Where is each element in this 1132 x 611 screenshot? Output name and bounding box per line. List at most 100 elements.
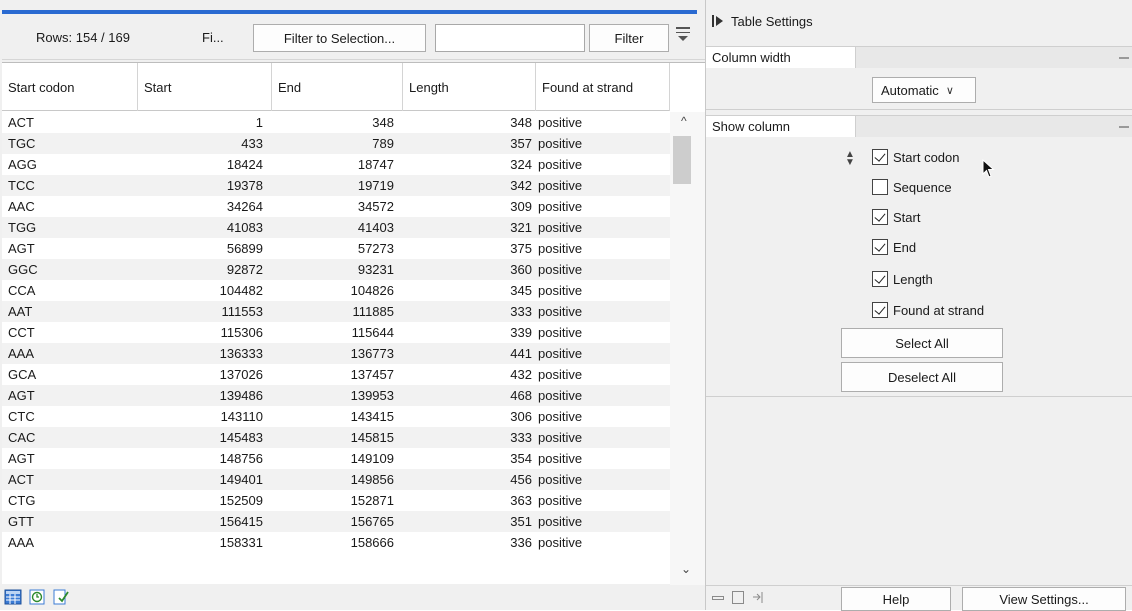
table-row[interactable]: AAA 136333 136773 441 positive xyxy=(2,343,670,364)
column-header-end[interactable]: End xyxy=(272,63,403,111)
table-row[interactable]: GTT 156415 156765 351 positive xyxy=(2,511,670,532)
cell-end: 93231 xyxy=(357,262,394,277)
table-row[interactable]: AAA 158331 158666 336 positive xyxy=(2,532,670,553)
scroll-down-icon[interactable]: ⌄ xyxy=(681,562,691,576)
table-row[interactable]: TGG 41083 41403 321 positive xyxy=(2,217,670,238)
cell-start: 143110 xyxy=(220,409,263,424)
vertical-scrollbar[interactable]: ^ ⌄ xyxy=(670,112,705,585)
minimize-icon[interactable] xyxy=(1119,126,1129,128)
filter-mode-label[interactable]: Fi... xyxy=(202,30,224,45)
checkbox[interactable] xyxy=(872,179,888,195)
select-all-button[interactable]: Select All xyxy=(841,328,1003,358)
cell-length: 363 xyxy=(510,493,532,508)
minimize-panel-icon[interactable] xyxy=(712,593,724,603)
column-width-section-header: Column width xyxy=(706,46,1132,69)
cell-length: 351 xyxy=(510,514,532,529)
column-toggle-found-at-strand[interactable]: Found at strand xyxy=(872,300,984,320)
table-row[interactable]: ACT 149401 149856 456 positive xyxy=(2,469,670,490)
checkbox[interactable] xyxy=(872,239,888,255)
cell-start-codon: AAA xyxy=(8,535,35,550)
column-width-select[interactable]: Automatic ∨ xyxy=(872,77,976,103)
cell-start-codon: TGC xyxy=(8,136,36,151)
column-toggle-start-codon[interactable]: Start codon xyxy=(872,147,960,167)
table-row[interactable]: AGT 139486 139953 468 positive xyxy=(2,385,670,406)
help-button[interactable]: Help xyxy=(841,587,951,611)
table-pane: Rows: 154 / 169 Fi... Filter to Selectio… xyxy=(0,0,705,610)
cell-start-codon: GGC xyxy=(8,262,38,277)
cell-start-codon: CAC xyxy=(8,430,36,445)
table-row[interactable]: GCA 137026 137457 432 positive xyxy=(2,364,670,385)
column-header-found-at-strand[interactable]: Found at strand xyxy=(536,63,670,111)
cell-found-at-strand: positive xyxy=(538,178,583,193)
history-icon[interactable] xyxy=(28,588,46,606)
minimize-icon[interactable] xyxy=(1119,57,1129,59)
table-row[interactable]: AGT 148756 149109 354 positive xyxy=(2,448,670,469)
cell-start: 115306 xyxy=(220,325,263,340)
column-toggle-label: Found at strand xyxy=(893,302,985,318)
dock-panel-icon[interactable] xyxy=(752,591,764,604)
table-row[interactable]: AAT 111553 111885 333 positive xyxy=(2,301,670,322)
restore-panel-icon[interactable] xyxy=(732,591,744,604)
deselect-all-button[interactable]: Deselect All xyxy=(841,362,1003,392)
scrollbar-thumb[interactable] xyxy=(673,136,691,184)
table-row[interactable]: AGT 56899 57273 375 positive xyxy=(2,238,670,259)
column-toggle-label: Start xyxy=(893,209,921,225)
table-row[interactable]: TCC 19378 19719 342 positive xyxy=(2,175,670,196)
cell-start-codon: AAA xyxy=(8,346,35,361)
table-row[interactable]: CAC 145483 145815 333 positive xyxy=(2,427,670,448)
column-toggle-length[interactable]: Length xyxy=(872,269,933,289)
checkbox[interactable] xyxy=(872,149,888,165)
column-toggle-end[interactable]: End xyxy=(872,237,916,257)
column-header-start-codon[interactable]: Start codon xyxy=(2,63,138,111)
table-row[interactable]: GGC 92872 93231 360 positive xyxy=(2,259,670,280)
table-row[interactable]: AGG 18424 18747 324 positive xyxy=(2,154,670,175)
table-settings-header[interactable]: Table Settings xyxy=(712,10,813,32)
cell-end: 41403 xyxy=(357,220,394,235)
collapse-arrow-icon xyxy=(716,16,723,26)
cell-length: 339 xyxy=(510,325,532,340)
cell-found-at-strand: positive xyxy=(538,430,583,445)
column-header-length[interactable]: Length xyxy=(403,63,536,111)
checkbox[interactable] xyxy=(872,209,888,225)
table-settings-title: Table Settings xyxy=(731,13,813,29)
column-width-label[interactable]: Column width xyxy=(706,47,856,69)
cell-found-at-strand: positive xyxy=(538,283,583,298)
checkbox[interactable] xyxy=(872,271,888,287)
cell-start-codon: CCA xyxy=(8,283,36,298)
reorder-icon[interactable]: ▲ ▼ xyxy=(845,150,855,168)
column-toggle-sequence[interactable]: Sequence xyxy=(872,177,952,197)
column-width-section: Automatic ∨ xyxy=(706,68,1132,110)
filter-input[interactable] xyxy=(435,24,585,52)
table-row[interactable]: CCA 104482 104826 345 positive xyxy=(2,280,670,301)
settings-bottom-bar: Help View Settings... xyxy=(706,585,1132,611)
cell-end: 19719 xyxy=(357,178,394,193)
cell-end: 34572 xyxy=(357,199,394,214)
table-row[interactable]: CTC 143110 143415 306 positive xyxy=(2,406,670,427)
filter-to-selection-button[interactable]: Filter to Selection... xyxy=(253,24,426,52)
view-settings-button[interactable]: View Settings... xyxy=(962,587,1126,611)
cell-end: 789 xyxy=(372,136,394,151)
table-row[interactable]: CCT 115306 115644 339 positive xyxy=(2,322,670,343)
table-row[interactable]: TGC 433 789 357 positive xyxy=(2,133,670,154)
cell-length: 336 xyxy=(510,535,532,550)
cell-end: 18747 xyxy=(357,157,394,172)
table-row[interactable]: AAC 34264 34572 309 positive xyxy=(2,196,670,217)
cell-start: 433 xyxy=(241,136,263,151)
table-row[interactable]: ACT 1 348 348 positive xyxy=(2,112,670,133)
cell-start-codon: CTG xyxy=(8,493,36,508)
checkbox[interactable] xyxy=(872,302,888,318)
scroll-up-icon[interactable]: ^ xyxy=(681,114,687,128)
cell-end: 57273 xyxy=(357,241,394,256)
table-view-icon[interactable] xyxy=(4,588,22,606)
cell-start: 104482 xyxy=(219,283,263,298)
cell-end: 139953 xyxy=(350,388,394,403)
column-toggle-label: Start codon xyxy=(893,149,960,165)
cell-start: 19378 xyxy=(226,178,263,193)
table-menu-icon[interactable] xyxy=(676,27,690,43)
column-toggle-start[interactable]: Start xyxy=(872,207,920,227)
table-row[interactable]: CTG 152509 152871 363 positive xyxy=(2,490,670,511)
show-column-label[interactable]: Show column xyxy=(706,116,856,138)
filter-button[interactable]: Filter xyxy=(589,24,669,52)
column-header-start[interactable]: Start xyxy=(138,63,272,111)
validation-icon[interactable] xyxy=(52,588,70,606)
